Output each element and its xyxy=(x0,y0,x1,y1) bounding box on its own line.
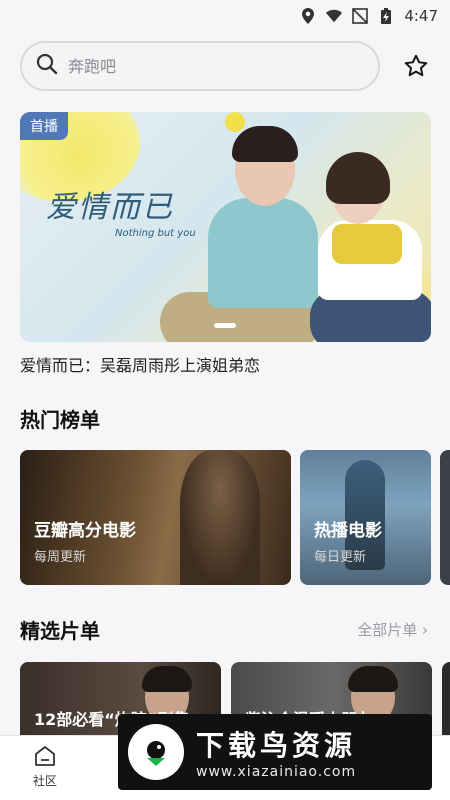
banner-title-art: 爱情而已 xyxy=(46,190,174,225)
hero-banner[interactable]: 爱情而已 Nothing but you 首播 xyxy=(20,112,431,342)
wifi-icon xyxy=(326,8,343,24)
actress-figure xyxy=(326,152,390,204)
favorite-star-icon[interactable] xyxy=(402,52,430,80)
nav-item-label: 社区 xyxy=(32,774,57,788)
battery-charging-icon xyxy=(378,8,394,24)
card-poster-figure xyxy=(348,666,398,692)
hot-lists-title: 热门榜单 xyxy=(20,408,100,432)
no-signal-icon xyxy=(352,8,369,24)
nav-item-community[interactable]: 社区 xyxy=(24,744,66,789)
status-bar: 4:47 xyxy=(0,0,450,32)
selected-lists-title: 精选片单 xyxy=(20,619,100,643)
card-title: 热播电影 xyxy=(314,521,382,541)
status-time: 4:47 xyxy=(404,7,438,25)
hot-list-card-partial[interactable] xyxy=(440,450,450,585)
carousel-indicator xyxy=(214,323,236,328)
banner-caption[interactable]: 爱情而已：吴磊周雨彤上演姐弟恋 xyxy=(20,352,260,376)
card-poster-figure xyxy=(142,666,192,692)
search-bar[interactable] xyxy=(20,41,380,91)
search-icon xyxy=(36,53,58,79)
hot-list-card[interactable]: 热播电影 每日更新 xyxy=(300,450,431,585)
premiere-badge: 首播 xyxy=(20,112,68,140)
home-icon xyxy=(33,744,57,768)
actor-figure xyxy=(232,126,298,162)
hot-list-card[interactable]: 豆瓣高分电影 每周更新 xyxy=(20,450,291,585)
watermark-title: 下载鸟资源 xyxy=(196,729,357,762)
bird-logo-icon xyxy=(128,724,184,780)
actress-figure xyxy=(332,224,402,264)
tennis-ball-graphic xyxy=(225,112,245,132)
banner-title-subtitle: Nothing but you xyxy=(115,228,196,239)
search-row xyxy=(20,40,434,92)
location-icon xyxy=(300,8,316,24)
card-title: 豆瓣高分电影 xyxy=(34,521,136,541)
watermark-overlay: 下载鸟资源 www.xiazainiao.com xyxy=(118,714,432,790)
card-poster-figure xyxy=(180,450,260,585)
card-subtitle: 每日更新 xyxy=(314,550,367,565)
card-subtitle: 每周更新 xyxy=(34,550,87,565)
playlist-card-partial[interactable] xyxy=(442,662,450,737)
actor-figure xyxy=(208,198,318,308)
see-all-lists-link[interactable]: 全部片单 › xyxy=(357,619,428,640)
watermark-url: www.xiazainiao.com xyxy=(196,764,357,780)
search-input[interactable] xyxy=(66,55,350,77)
